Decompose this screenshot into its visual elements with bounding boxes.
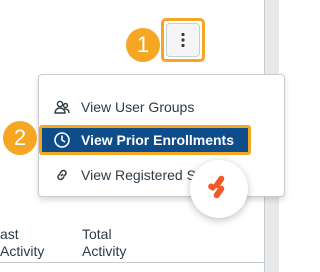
menu-item-view-user-groups[interactable]: View User Groups [39,92,279,122]
table-header-last-activity[interactable]: ast Activity [0,226,44,260]
menu-item-view-prior-enrollments[interactable]: View Prior Enrollments [39,125,251,155]
menu-item-label: View User Groups [81,99,195,115]
chat-logo-icon [205,173,233,206]
menu-item-label: View Registered Se [81,167,204,183]
link-icon [53,166,71,184]
header-line: ast [0,226,19,242]
step-badge-1: 1 [126,28,160,62]
header-line: Activity [0,243,45,259]
menu-item-label: View Prior Enrollments [81,132,235,148]
clock-icon [53,131,71,149]
step-badge-2: 2 [3,121,37,155]
user-groups-icon [53,98,71,116]
kebab-vertical-icon [166,23,200,57]
table-header-total-activity[interactable]: Total Activity [82,226,126,260]
header-line: Activity [82,243,127,259]
chat-fab-button[interactable] [190,160,248,218]
options-menu: View User Groups View Prior Enrollments … [38,74,285,197]
table-header-divider [0,262,264,263]
header-line: Total [82,226,112,242]
options-button[interactable] [161,18,205,62]
